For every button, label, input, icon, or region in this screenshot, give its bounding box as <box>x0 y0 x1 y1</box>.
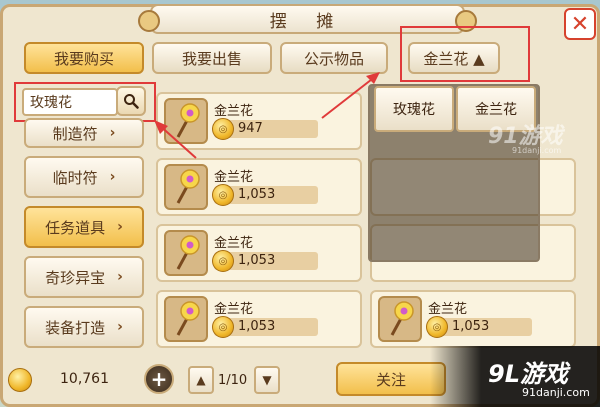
next-page-button[interactable]: ▼ <box>254 366 280 394</box>
money-amount: 10,761 <box>60 371 109 387</box>
watermark-corner-logo: 9L游戏 <box>488 360 568 388</box>
watermark-corner-url: 91danji.com <box>522 386 590 399</box>
coin-icon <box>8 368 32 392</box>
add-money-button[interactable]: + <box>144 364 174 394</box>
prev-page-button[interactable]: ▲ <box>188 366 214 394</box>
page-indicator: 1/10 <box>218 373 248 388</box>
chevron-up-icon: ▲ <box>196 373 206 387</box>
watermark-url: 91danji.com <box>512 146 562 155</box>
plus-icon: + <box>150 367 168 391</box>
chevron-down-icon: ▼ <box>262 373 272 387</box>
